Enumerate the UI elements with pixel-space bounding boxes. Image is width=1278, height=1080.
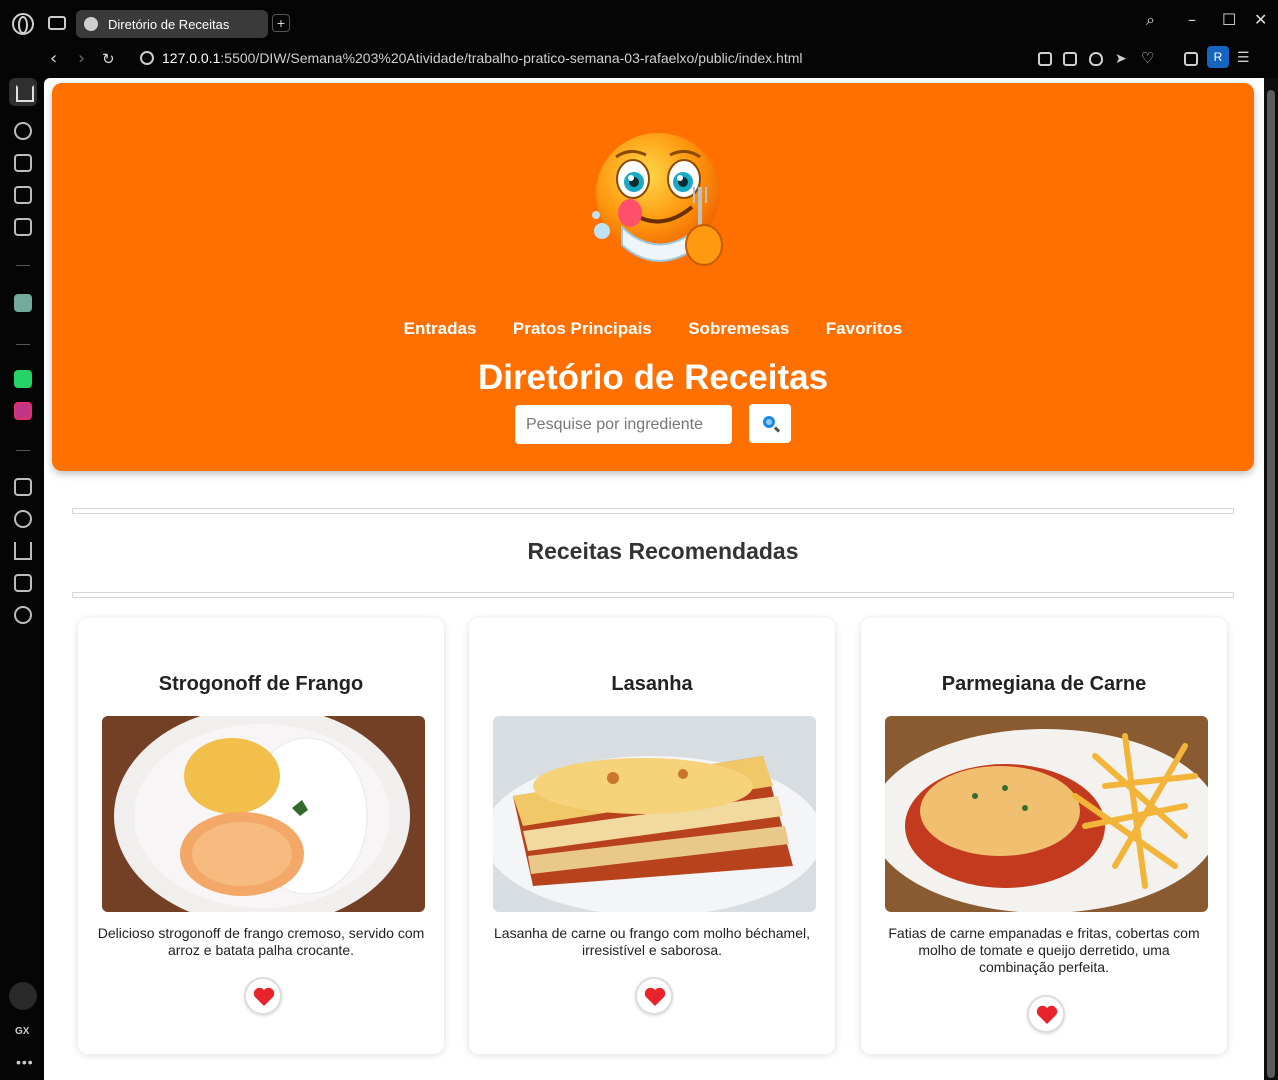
sidebar-cleaner-icon[interactable]: [14, 154, 32, 172]
sidebar-instagram-icon[interactable]: [14, 402, 32, 420]
sidebar-separator: [16, 450, 30, 451]
recipe-image-parmegiana: [885, 716, 1208, 912]
sidebar-downloads-icon[interactable]: [14, 542, 32, 560]
menu-item-entradas[interactable]: Entradas: [404, 319, 477, 338]
browser-sidebar: [0, 78, 44, 1080]
back-icon[interactable]: ‹: [50, 48, 57, 69]
favorite-button[interactable]: [635, 977, 673, 1015]
close-window-icon[interactable]: ✕: [1254, 10, 1267, 29]
ingredient-search-input[interactable]: [515, 405, 732, 444]
yummy-face-logo-icon: [592, 133, 723, 266]
sidebar-corner-icon[interactable]: [14, 186, 32, 204]
recipe-image-lasanha: [493, 716, 816, 912]
menu-item-favoritos[interactable]: Favoritos: [826, 319, 903, 338]
tab-title: Diretório de Receitas: [108, 16, 230, 32]
sidebar-more-icon[interactable]: •••: [16, 1054, 34, 1070]
recipe-title: Parmegiana de Carne: [941, 673, 1147, 695]
site-header: Entradas Pratos Principais Sobremesas Fa…: [52, 83, 1254, 471]
site-info-icon[interactable]: [140, 51, 154, 65]
share-icon[interactable]: [1038, 52, 1052, 66]
main-menu: Entradas Pratos Principais Sobremesas Fa…: [52, 319, 1254, 339]
sidebar-separator: [16, 344, 30, 345]
section-divider-bottom: [72, 592, 1234, 598]
scrollbar-thumb[interactable]: [1267, 90, 1275, 1078]
recipe-title: Strogonoff de Frango: [158, 673, 364, 695]
heart-icon: [644, 987, 666, 1006]
search-button[interactable]: [749, 404, 791, 443]
section-divider-top: [72, 508, 1234, 514]
send-icon[interactable]: ➤: [1115, 50, 1129, 66]
url-field[interactable]: 127.0.0.1:5500/DIW/Semana%203%20Atividad…: [140, 50, 802, 66]
recipe-description: Delicioso strogonoff de frango cremoso, …: [97, 925, 425, 958]
sidebar-gx-label[interactable]: GX: [15, 1026, 29, 1037]
recipe-description: Fatias de carne empanadas e fritas, cobe…: [888, 925, 1200, 975]
maximize-icon[interactable]: ☐: [1222, 10, 1236, 29]
easy-setup-icon[interactable]: ☰: [1237, 49, 1251, 66]
sidebar-whatsapp-icon[interactable]: [14, 370, 32, 388]
magnifier-icon: [763, 416, 775, 428]
sidebar-settings-icon[interactable]: [14, 606, 32, 624]
sidebar-pin-icon[interactable]: [9, 982, 37, 1010]
menu-item-sobremesas[interactable]: Sobremesas: [688, 319, 789, 338]
profile-avatar[interactable]: R: [1207, 46, 1229, 68]
page-viewport: Entradas Pratos Principais Sobremesas Fa…: [44, 78, 1264, 1080]
recipe-card[interactable]: Parmegiana de Carne Fatias de carne empa…: [861, 618, 1227, 1054]
sidebar-history-icon[interactable]: [14, 510, 32, 528]
section-title: Receitas Recomendadas: [527, 538, 799, 564]
recipe-title: Lasanha: [611, 673, 693, 695]
gx-control-icon[interactable]: [48, 16, 66, 30]
recipe-card[interactable]: Strogonoff de Frango Delicioso strogonof…: [78, 618, 444, 1054]
sidebar-music-icon[interactable]: [14, 218, 32, 236]
forward-icon[interactable]: ›: [78, 48, 85, 69]
recipe-card[interactable]: Lasanha Lasanha de carne ou frango com m…: [469, 618, 835, 1054]
sidebar-chatgpt-icon[interactable]: [14, 294, 32, 312]
sidebar-home-icon[interactable]: [9, 78, 37, 106]
url-host: 127.0.0.1: [162, 50, 221, 66]
sidebar-apps-grid-icon[interactable]: [14, 478, 32, 496]
opera-logo-icon[interactable]: [12, 13, 34, 35]
heart-bookmarks-icon[interactable]: ♡: [1141, 50, 1155, 67]
recipe-description: Lasanha de carne ou frango com molho béc…: [494, 925, 810, 958]
url-path: :5500/DIW/Semana%203%20Atividade/trabalh…: [220, 50, 803, 66]
sidebar-extensions-icon[interactable]: [14, 574, 32, 592]
globe-icon: [84, 17, 98, 31]
menu-item-pratos-principais[interactable]: Pratos Principais: [513, 319, 652, 338]
page-scrollbar[interactable]: [1264, 78, 1278, 1080]
heart-icon: [253, 987, 275, 1006]
page-title: Diretório de Receitas: [477, 358, 829, 397]
sidebar-gx-control-icon[interactable]: [14, 122, 32, 140]
favorite-button[interactable]: [1027, 995, 1065, 1033]
search-tabs-icon[interactable]: ⌕: [1146, 10, 1155, 30]
browser-titlebar: Diretório de Receitas + ⌕ – ☐ ✕: [0, 0, 1278, 42]
recipe-image-strogonoff: [102, 716, 425, 912]
browser-tab[interactable]: Diretório de Receitas: [76, 10, 268, 38]
address-bar: ‹ › ↻ 127.0.0.1:5500/DIW/Semana%203%20At…: [0, 42, 1278, 78]
extensions-cube-icon[interactable]: [1184, 52, 1198, 66]
snapshot-icon[interactable]: [1063, 52, 1077, 66]
reload-icon[interactable]: ↻: [102, 50, 115, 68]
adblock-shield-icon[interactable]: [1089, 52, 1103, 66]
sidebar-separator: [16, 265, 30, 266]
minimize-icon[interactable]: –: [1188, 10, 1196, 29]
new-tab-button[interactable]: +: [272, 14, 290, 32]
heart-icon: [1036, 1005, 1058, 1024]
favorite-button[interactable]: [244, 977, 282, 1015]
